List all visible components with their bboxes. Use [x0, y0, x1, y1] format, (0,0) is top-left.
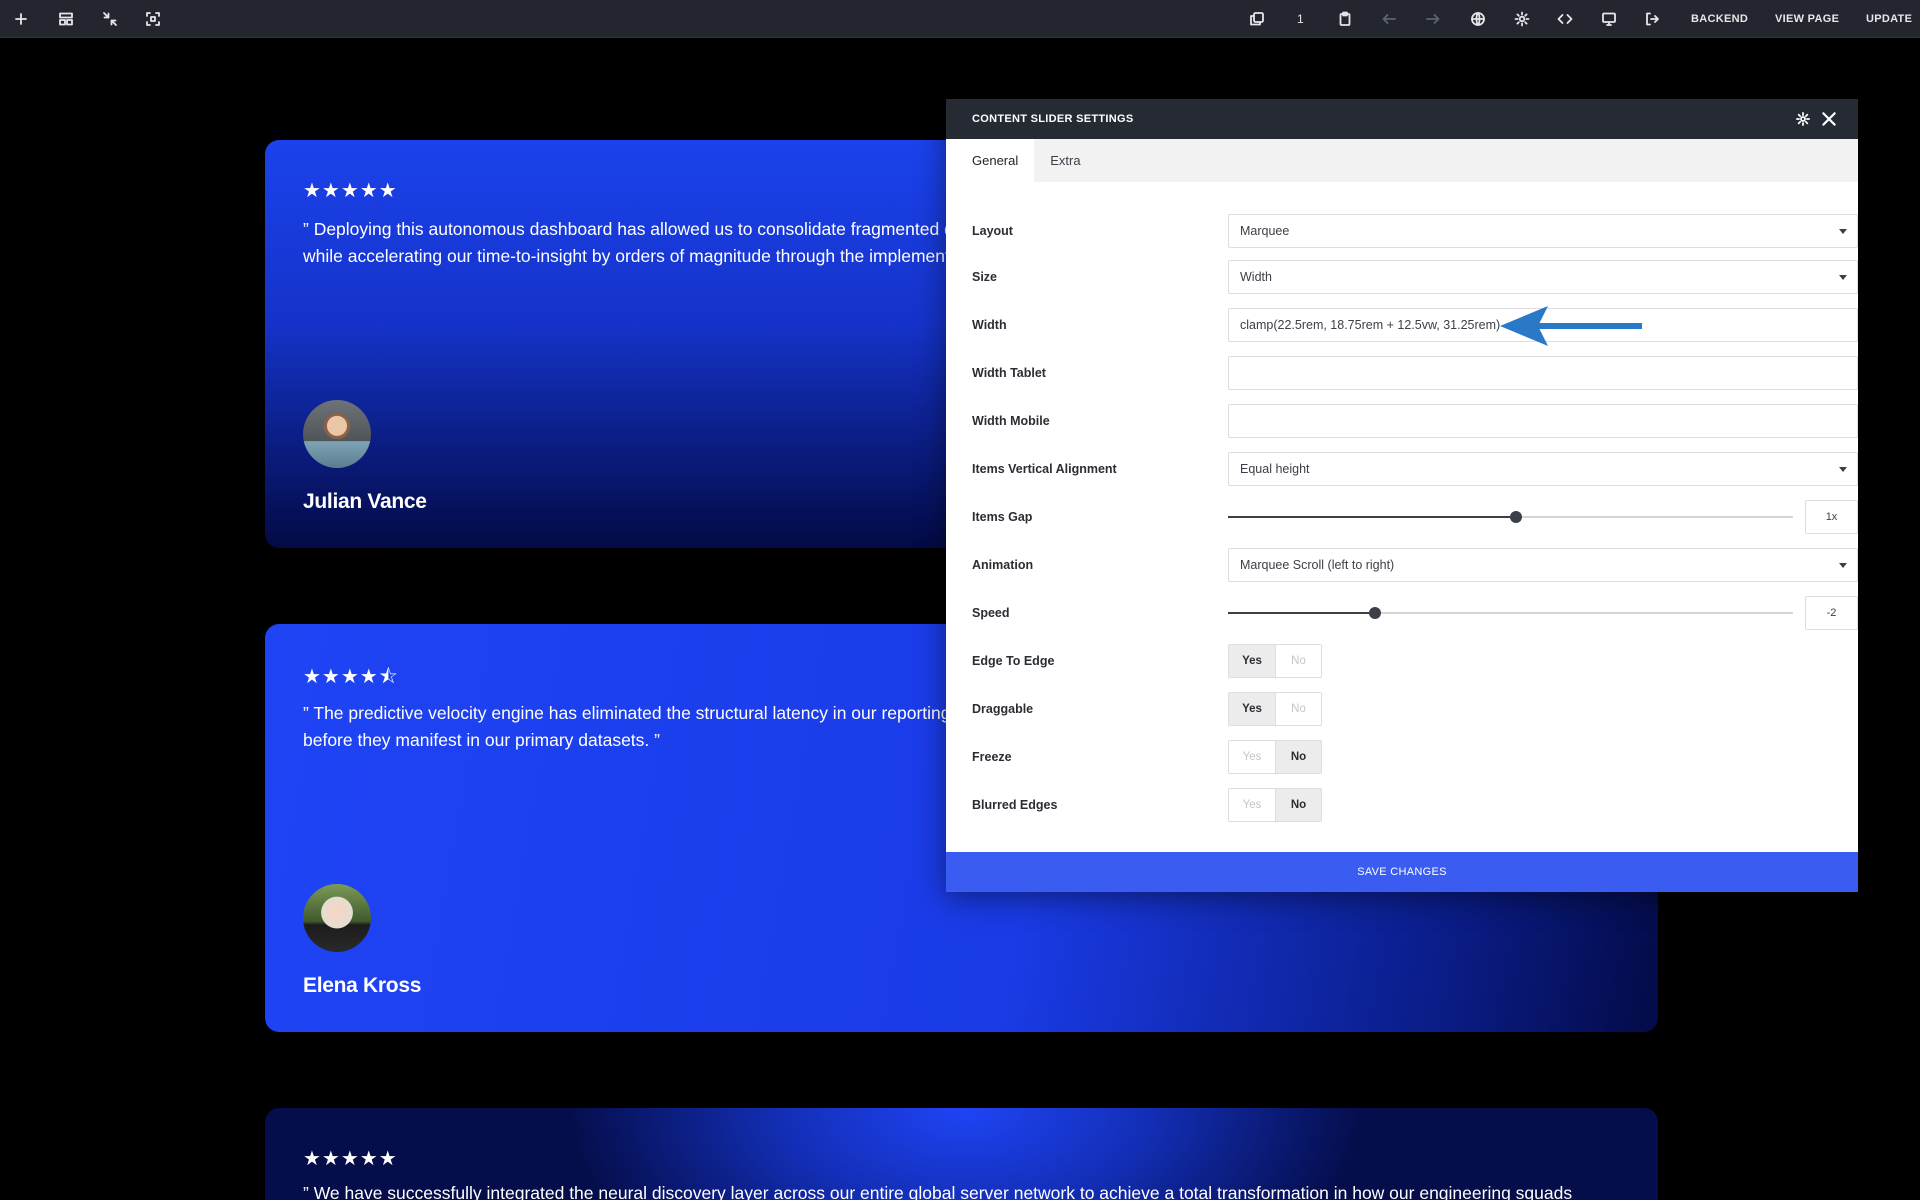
speed-value[interactable]: -2 [1805, 596, 1858, 630]
gear-icon[interactable] [1796, 112, 1810, 126]
layout-value: Marquee [1240, 224, 1290, 238]
edge-to-edge-no[interactable]: No [1275, 645, 1321, 677]
redo-icon[interactable] [1421, 7, 1445, 31]
gear-icon[interactable] [1510, 7, 1534, 31]
blurred-edges-yes[interactable]: Yes [1229, 789, 1275, 821]
speed-slider-thumb[interactable] [1368, 607, 1381, 619]
speed-row: Speed -2 [972, 596, 1858, 630]
width-tablet-row: Width Tablet [972, 356, 1858, 390]
modal-title: CONTENT SLIDER SETTINGS [972, 113, 1134, 125]
items-gap-slider[interactable] [1228, 511, 1793, 523]
view-page-link[interactable]: VIEW PAGE [1775, 13, 1839, 25]
layout-label: Layout [972, 224, 1013, 238]
size-select[interactable]: Width [1228, 260, 1858, 294]
speed-label: Speed [972, 606, 1010, 620]
testimonial-quote: ” We have successfully integrated the ne… [303, 1183, 1573, 1200]
animation-value: Marquee Scroll (left to right) [1240, 558, 1395, 572]
plus-icon[interactable] [9, 7, 33, 31]
blurred-edges-toggle: Yes No [1228, 788, 1322, 822]
size-value: Width [1240, 270, 1272, 284]
items-vertical-alignment-label: Items Vertical Alignment [972, 462, 1117, 476]
freeze-label: Freeze [972, 750, 1012, 764]
items-vertical-alignment-value: Equal height [1240, 462, 1310, 476]
freeze-toggle: Yes No [1228, 740, 1322, 774]
edge-to-edge-label: Edge To Edge [972, 654, 1055, 668]
star-rating: ★★★★★ [303, 1146, 398, 1170]
star-rating: ★★★★⯪ [303, 664, 399, 688]
tab-extra[interactable]: Extra [1034, 139, 1096, 182]
animation-label: Animation [972, 558, 1034, 572]
width-mobile-label: Width Mobile [972, 414, 1050, 428]
tab-general[interactable]: General [946, 139, 1035, 182]
items-vertical-alignment-row: Items Vertical Alignment Equal height [972, 452, 1858, 486]
draggable-label: Draggable [972, 702, 1034, 716]
avatar [303, 400, 371, 468]
clipboard-icon[interactable] [1333, 7, 1357, 31]
testimonial-author: Julian Vance [303, 490, 427, 513]
animation-select[interactable]: Marquee Scroll (left to right) [1228, 548, 1858, 582]
code-icon[interactable] [1553, 7, 1577, 31]
speed-slider[interactable] [1228, 607, 1793, 619]
width-row: Width clamp(22.5rem, 18.75rem + 12.5vw, … [972, 308, 1858, 342]
close-icon[interactable] [1820, 110, 1838, 128]
edge-to-edge-row: Edge To Edge Yes No [972, 644, 1832, 678]
content-slider-settings-modal: CONTENT SLIDER SETTINGS General Extra La… [946, 99, 1858, 892]
edge-to-edge-toggle: Yes No [1228, 644, 1322, 678]
items-gap-value[interactable]: 1x [1805, 500, 1858, 534]
chevron-down-icon [1839, 275, 1847, 280]
draggable-row: Draggable Yes No [972, 692, 1832, 726]
items-gap-slider-thumb[interactable] [1510, 511, 1523, 523]
chevron-down-icon [1839, 229, 1847, 234]
backend-link[interactable]: BACKEND [1691, 13, 1748, 25]
draggable-yes[interactable]: Yes [1229, 693, 1275, 725]
draggable-no[interactable]: No [1275, 693, 1321, 725]
modal-tabs: General Extra [946, 139, 1858, 182]
chevron-down-icon [1839, 563, 1847, 568]
select-icon[interactable] [141, 7, 165, 31]
top-toolbar: 1 BACKEND VIEW PAGE UPDATE [0, 0, 1920, 38]
layout-row: Layout Marquee [972, 214, 1858, 248]
collapse-icon[interactable] [98, 7, 122, 31]
items-gap-label: Items Gap [972, 510, 1033, 524]
blurred-edges-no[interactable]: No [1275, 789, 1321, 821]
size-label: Size [972, 270, 998, 284]
avatar [303, 884, 371, 952]
size-row: Size Width [972, 260, 1858, 294]
width-tablet-input[interactable] [1228, 356, 1858, 390]
edge-to-edge-yes[interactable]: Yes [1229, 645, 1275, 677]
width-mobile-row: Width Mobile [972, 404, 1858, 438]
desktop-icon[interactable] [1597, 7, 1621, 31]
blurred-edges-row: Blurred Edges Yes No [972, 788, 1832, 822]
freeze-row: Freeze Yes No [972, 740, 1832, 774]
testimonial-author: Elena Kross [303, 974, 422, 997]
width-value: clamp(22.5rem, 18.75rem + 12.5vw, 31.25r… [1240, 318, 1501, 332]
items-gap-row: Items Gap 1x [972, 500, 1858, 534]
update-button[interactable]: UPDATE [1866, 13, 1912, 25]
draggable-toggle: Yes No [1228, 692, 1322, 726]
layout-icon[interactable] [54, 7, 78, 31]
layout-select[interactable]: Marquee [1228, 214, 1858, 248]
freeze-yes[interactable]: Yes [1229, 741, 1275, 773]
blurred-edges-label: Blurred Edges [972, 798, 1058, 812]
speed-slider-fill [1228, 612, 1375, 614]
modal-header: CONTENT SLIDER SETTINGS [946, 99, 1858, 139]
width-tablet-label: Width Tablet [972, 366, 1046, 380]
width-mobile-input[interactable] [1228, 404, 1858, 438]
annotation-arrow-icon [1500, 306, 1642, 346]
star-rating: ★★★★★ [303, 178, 398, 202]
chevron-down-icon [1839, 467, 1847, 472]
animation-row: Animation Marquee Scroll (left to right) [972, 548, 1858, 582]
globe-icon[interactable] [1466, 7, 1490, 31]
revision-count: 1 [1297, 12, 1304, 26]
freeze-no[interactable]: No [1275, 741, 1321, 773]
width-label: Width [972, 318, 1007, 332]
revisions-icon[interactable] [1245, 7, 1269, 31]
testimonial-card: ★★★★★ ” We have successfully integrated … [265, 1108, 1658, 1200]
exit-icon[interactable] [1640, 7, 1664, 31]
items-vertical-alignment-select[interactable]: Equal height [1228, 452, 1858, 486]
items-gap-slider-fill [1228, 516, 1517, 518]
undo-icon[interactable] [1377, 7, 1401, 31]
save-changes-button[interactable]: SAVE CHANGES [946, 852, 1858, 892]
